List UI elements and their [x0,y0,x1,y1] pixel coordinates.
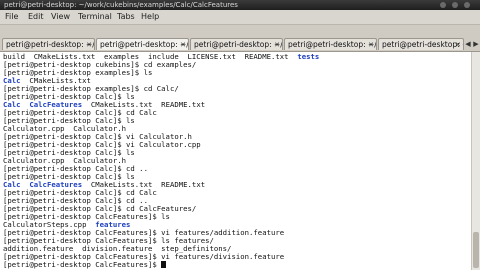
tab-bar: petri@petri-desktop: ~/... ✕ petri@petri… [0,25,480,52]
menu-terminal[interactable]: Terminal [77,10,113,24]
text-cursor [161,261,167,268]
tab-label: petri@petri-desktop: ~/... [382,40,463,49]
terminal-text: [petri@petri-desktop CalcFeatures]$ [3,260,162,269]
tab-scroll-right-icon[interactable]: ▶ [472,38,480,50]
menu-file[interactable]: File [4,10,19,24]
menu-help[interactable]: Help [140,10,160,24]
terminal-tab-4[interactable]: petri@petri-desktop: ~/... ✕ [284,38,377,50]
menu-edit[interactable]: Edit [27,10,45,24]
window-title: petri@petri-desktop: ~/work/cukebins/exa… [4,1,238,9]
tab-label: petri@petri-desktop: ~/... [6,40,95,49]
close-tab-icon[interactable]: ✕ [455,39,461,50]
close-icon[interactable] [464,2,470,8]
terminal-tab-1[interactable]: petri@petri-desktop: ~/... ✕ [2,38,95,50]
maximize-icon[interactable] [452,2,458,8]
minimize-icon[interactable] [440,2,446,8]
directory-name: tests [297,52,320,61]
tab-scroll-left-icon[interactable]: ◀ [464,38,472,50]
close-tab-icon[interactable]: ✕ [180,39,186,50]
terminal-output[interactable]: build CMakeLists.txt examples include LI… [0,52,480,270]
tab-label: petri@petri-desktop: ~/... [100,40,189,49]
menu-view[interactable]: View [50,10,71,24]
close-tab-icon[interactable]: ✕ [368,39,374,50]
close-tab-icon[interactable]: ✕ [86,39,92,50]
terminal-tab-2[interactable]: petri@petri-desktop: ~/... ✕ [96,38,189,50]
window-titlebar: petri@petri-desktop: ~/work/cukebins/exa… [0,0,480,10]
terminal-scrollbar[interactable] [471,52,480,270]
close-tab-icon[interactable]: ✕ [274,39,280,50]
terminal-line: [petri@petri-desktop CalcFeatures]$ [3,260,167,269]
scrollbar-thumb[interactable] [473,232,479,268]
tab-label: petri@petri-desktop: ~/... [194,40,283,49]
menu-tabs[interactable]: Tabs [116,10,136,24]
terminal-tab-3[interactable]: petri@petri-desktop: ~/... ✕ [190,38,283,50]
terminal-tab-5[interactable]: petri@petri-desktop: ~/... ✕ [378,38,464,50]
menu-bar: File Edit View Terminal Tabs Help [0,10,480,25]
tab-label: petri@petri-desktop: ~/... [288,40,377,49]
